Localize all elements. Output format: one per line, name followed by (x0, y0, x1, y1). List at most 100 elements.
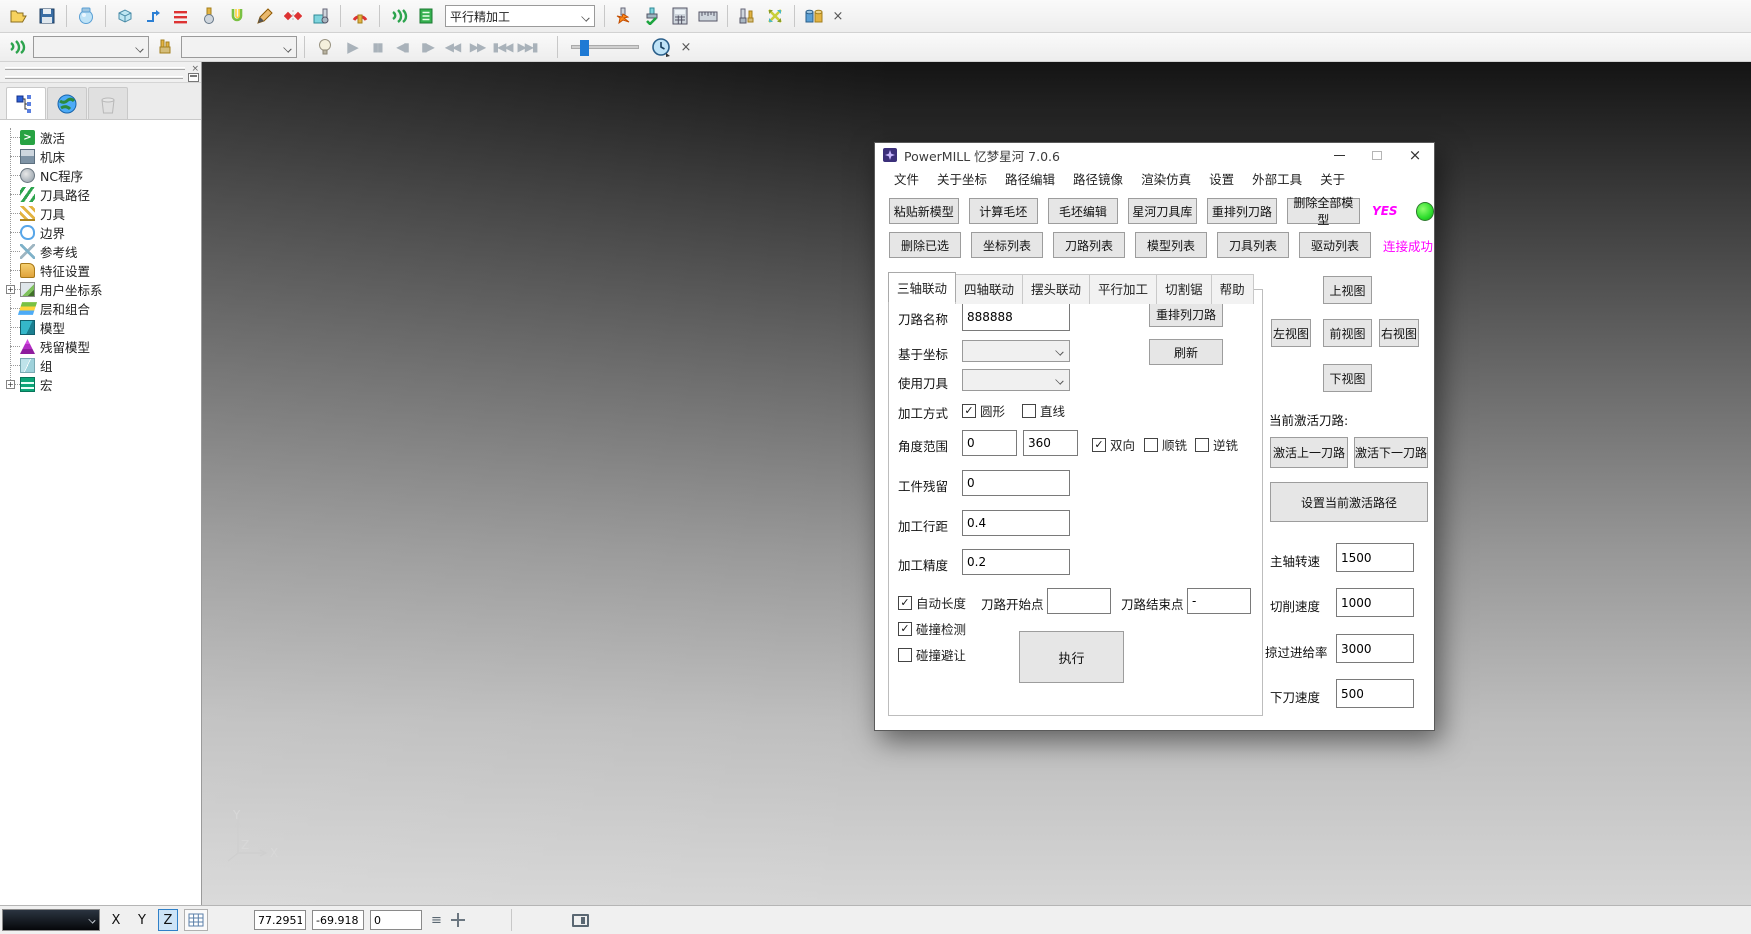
toolbar-close-icon[interactable]: × (677, 40, 695, 55)
tab-4axis[interactable]: 四轴联动 (955, 274, 1023, 304)
auto-length-checkbox[interactable]: ✓ 自动长度 (898, 593, 966, 612)
reorder-toolpaths-button[interactable]: 重排列刀路 (1207, 198, 1277, 224)
float-panel-icon[interactable] (188, 73, 199, 82)
tab-3axis[interactable]: 三轴联动 (888, 272, 956, 302)
step-forward-button[interactable]: ▮▶ (416, 36, 438, 58)
tree-item-boundaries[interactable]: 边界 (6, 223, 201, 242)
conventional-mill-checkbox[interactable]: 逆铣 (1195, 435, 1238, 454)
axis-x-button[interactable]: X (106, 909, 126, 931)
end-point-input[interactable] (1187, 588, 1251, 614)
menu-path-edit[interactable]: 路径编辑 (996, 166, 1064, 191)
refresh-button[interactable]: 刷新 (1149, 339, 1223, 365)
feature-set-icon[interactable] (280, 3, 306, 29)
dialog-titlebar[interactable]: PowerMILL 忆梦星河 7.0.6 × (875, 143, 1434, 167)
pattern-pencil-icon[interactable] (252, 3, 278, 29)
globe-tab[interactable] (47, 87, 87, 119)
menu-about-coords[interactable]: 关于坐标 (928, 166, 996, 191)
cursor-y-input[interactable] (312, 910, 364, 930)
panel-close-icon[interactable]: × (191, 64, 199, 74)
collision-avoid-checkbox[interactable]: 碰撞避让 (898, 645, 966, 664)
rapid-moves-icon[interactable] (140, 3, 166, 29)
base-coord-select[interactable] (962, 340, 1070, 362)
tree-item-activate[interactable]: > 激活 (6, 128, 201, 147)
bottom-view-button[interactable]: 下视图 (1323, 364, 1372, 392)
tab-parallel[interactable]: 平行加工 (1089, 274, 1157, 304)
right-view-button[interactable]: 右视图 (1379, 319, 1419, 347)
tree-item-models[interactable]: 模型 (6, 318, 201, 337)
set-active-path-button[interactable]: 设置当前激活路径 (1270, 482, 1428, 522)
light-bulb-icon[interactable] (312, 34, 338, 60)
delete-selected-button[interactable]: 删除已选 (889, 232, 961, 258)
use-tool-select[interactable] (962, 369, 1070, 391)
transform-arrows-icon[interactable] (762, 3, 788, 29)
slider-handle[interactable] (580, 40, 589, 56)
paste-new-model-button[interactable]: 粘贴新模型 (889, 198, 959, 224)
minimize-button[interactable] (1320, 143, 1358, 167)
view-preset-select[interactable] (2, 909, 100, 931)
angle-from-input[interactable] (962, 430, 1017, 456)
tree-item-macros[interactable]: + 宏 (6, 375, 201, 394)
fast-forward-button[interactable]: ▶▶ (466, 36, 488, 58)
toolbox-icon[interactable] (308, 3, 334, 29)
expand-icon[interactable]: + (6, 285, 15, 294)
tree-item-patterns[interactable]: 参考线 (6, 242, 201, 261)
method-circle-checkbox[interactable]: ✓ 圆形 (962, 401, 1005, 420)
trash-tab[interactable] (88, 87, 128, 119)
play-button[interactable]: ▶ (341, 36, 363, 58)
menu-path-mirror[interactable]: 路径镜像 (1064, 166, 1132, 191)
model-list-button[interactable]: 模型列表 (1135, 232, 1207, 258)
tree-item-groups[interactable]: 组 (6, 356, 201, 375)
start-point-input[interactable] (1047, 588, 1111, 614)
burn-toolpath-icon[interactable] (611, 3, 637, 29)
toolpath-icon[interactable] (386, 3, 412, 29)
reorder-toolpath-button[interactable]: 重排列刀路 (1149, 302, 1223, 327)
axis-y-button[interactable]: Y (132, 909, 152, 931)
activate-next-toolpath-button[interactable]: 激活下一刀路 (1354, 437, 1428, 468)
cursor-x-input[interactable] (254, 910, 306, 930)
left-view-button[interactable]: 左视图 (1271, 319, 1311, 347)
tab-tilt-head[interactable]: 摆头联动 (1022, 274, 1090, 304)
tool-library-button[interactable]: 星河刀具库 (1128, 198, 1198, 224)
menu-about[interactable]: 关于 (1311, 166, 1354, 191)
tree-item-tools[interactable]: 刀具 (6, 204, 201, 223)
front-view-button[interactable]: 前视图 (1323, 319, 1372, 347)
drive-list-button[interactable]: 驱动列表 (1299, 232, 1371, 258)
menu-render-sim[interactable]: 渲染仿真 (1132, 166, 1200, 191)
tree-item-stock-models[interactable]: 残留模型 (6, 337, 201, 356)
boundary-icon[interactable] (224, 3, 250, 29)
tree-item-nc-program[interactable]: NC程序 (6, 166, 201, 185)
expand-icon[interactable]: + (6, 380, 15, 389)
display-mode-icon[interactable] (572, 914, 589, 927)
tree-item-machine[interactable]: 机床 (6, 147, 201, 166)
cutting-feed-input[interactable] (1336, 588, 1414, 617)
tree-item-feature-sets[interactable]: 特征设置 (6, 261, 201, 280)
tolerance-input[interactable] (962, 549, 1070, 575)
menu-external-tools[interactable]: 外部工具 (1243, 166, 1311, 191)
toolbar-grip[interactable] (5, 67, 185, 70)
angle-to-input[interactable] (1023, 430, 1078, 456)
z-heights-icon[interactable] (168, 3, 194, 29)
clock-icon[interactable] (648, 34, 674, 60)
tool-icon[interactable] (196, 3, 222, 29)
calc-pad-icon[interactable] (667, 3, 693, 29)
tree-item-levels[interactable]: 层和组合 (6, 299, 201, 318)
menu-settings[interactable]: 设置 (1200, 166, 1243, 191)
close-button[interactable]: × (1396, 143, 1434, 167)
probe-cursor-icon[interactable] (451, 913, 465, 927)
toolpath-list-icon[interactable] (414, 3, 440, 29)
maximize-button[interactable] (1358, 143, 1396, 167)
cylinders-icon[interactable] (801, 3, 827, 29)
block-icon[interactable] (112, 3, 138, 29)
calc-stock-button[interactable]: 计算毛坯 (969, 198, 1039, 224)
execute-button[interactable]: 执行 (1019, 631, 1124, 683)
list-options-icon[interactable]: ≡ (428, 913, 445, 928)
plunge-feed-input[interactable] (1336, 679, 1414, 708)
bidirectional-checkbox[interactable]: ✓ 双向 (1092, 435, 1135, 454)
calculator-icon[interactable] (73, 3, 99, 29)
toolpath-name-input[interactable] (962, 303, 1070, 331)
tree-item-workplanes[interactable]: + 用户坐标系 (6, 280, 201, 299)
go-to-start-button[interactable]: ▮◀◀ (491, 36, 513, 58)
stock-remain-input[interactable] (962, 470, 1070, 496)
ruler-icon[interactable] (695, 3, 721, 29)
tab-saw[interactable]: 切割锯 (1156, 274, 1212, 304)
